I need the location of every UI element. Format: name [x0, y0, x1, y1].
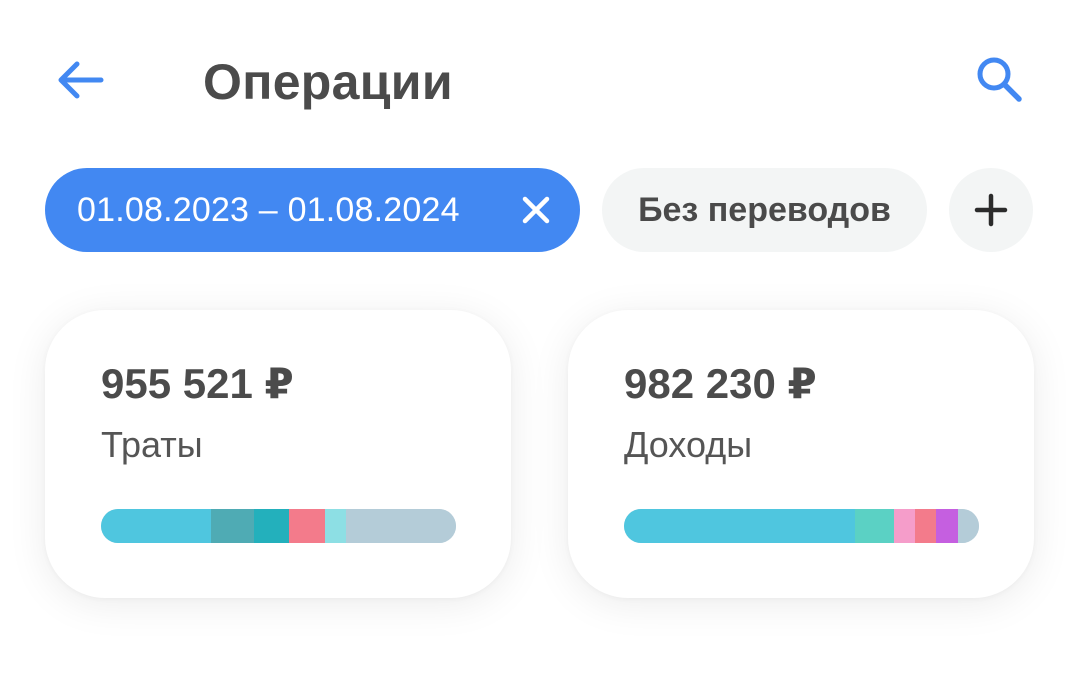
income-summary-card[interactable]: 982 230 ₽ Доходы [568, 310, 1034, 598]
category-segment [289, 509, 325, 543]
app-header: Операции [0, 0, 1080, 160]
income-amount: 982 230 ₽ [624, 360, 817, 407]
category-segment [101, 509, 212, 543]
page-title: Операции [203, 54, 453, 110]
spending-amount: 955 521 ₽ [101, 360, 294, 407]
search-button[interactable] [966, 50, 1034, 110]
without-transfers-filter-chip[interactable]: Без переводов [602, 168, 927, 252]
category-segment [915, 509, 937, 543]
category-segment [624, 509, 855, 543]
plus-icon [974, 193, 1008, 227]
close-icon [522, 196, 550, 224]
category-segment [854, 509, 894, 543]
category-segment [957, 509, 979, 543]
category-segment [324, 509, 346, 543]
date-range-filter-chip[interactable]: 01.08.2023 – 01.08.2024 [45, 168, 580, 252]
filter-chips: 01.08.2023 – 01.08.2024 Без переводов [0, 168, 1080, 254]
without-transfers-label: Без переводов [638, 190, 891, 229]
spending-label: Траты [101, 424, 203, 465]
income-category-bar [624, 509, 979, 543]
category-segment [211, 509, 254, 543]
date-range-label: 01.08.2023 – 01.08.2024 [77, 190, 460, 229]
income-label: Доходы [624, 424, 753, 465]
spending-summary-card[interactable]: 955 521 ₽ Траты [45, 310, 511, 598]
category-segment [893, 509, 916, 543]
back-button[interactable] [48, 52, 112, 108]
category-segment [253, 509, 290, 543]
add-filter-button[interactable] [949, 168, 1033, 252]
search-icon [977, 57, 1022, 102]
category-segment [345, 509, 456, 543]
clear-date-range-button[interactable] [514, 188, 558, 232]
arrow-left-icon [58, 61, 104, 99]
category-segment [936, 509, 958, 543]
spending-category-bar [101, 509, 456, 543]
